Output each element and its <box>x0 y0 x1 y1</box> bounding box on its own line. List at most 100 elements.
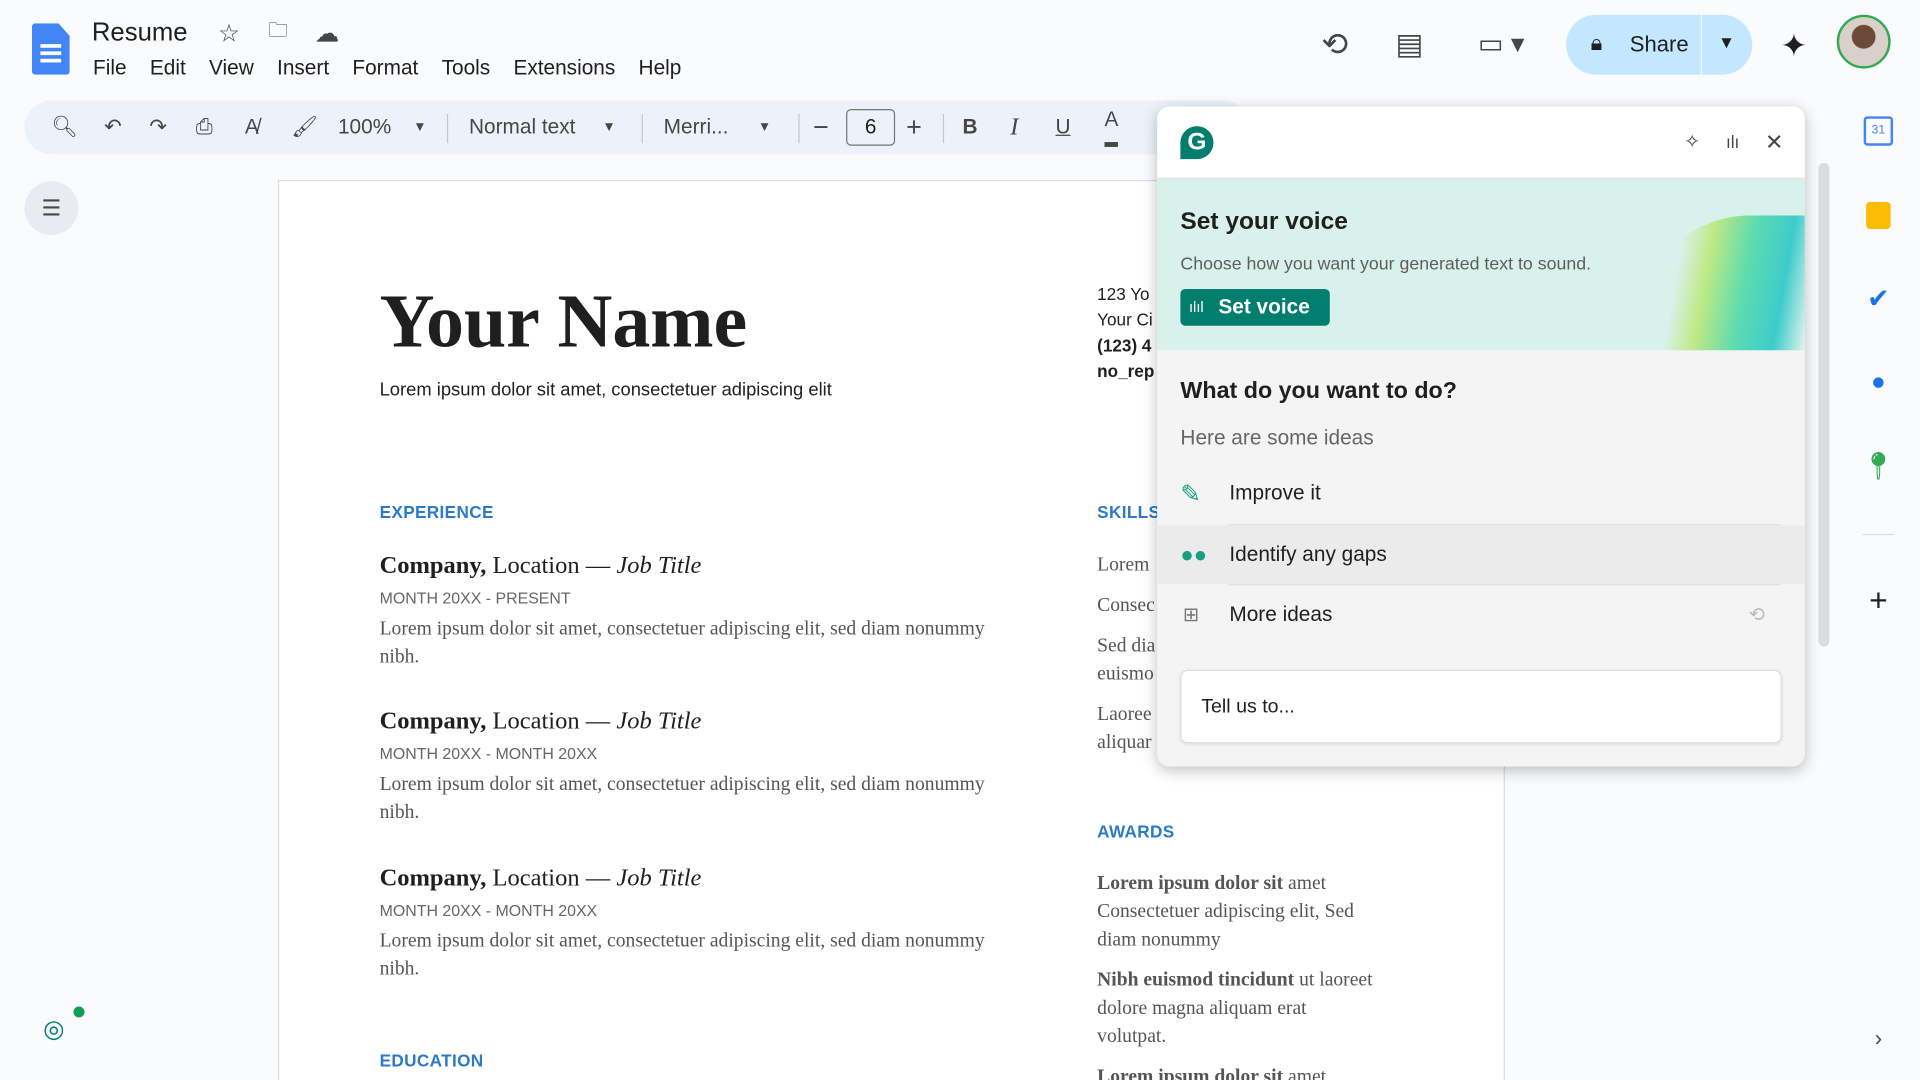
font-size-input[interactable]: 6 <box>846 108 896 146</box>
google-docs-window: Resume ☆ 🗀 ☁ File Edit View Insert Format Too… <box>0 0 1920 1080</box>
style-select[interactable]: Normal text ▼ <box>469 100 616 154</box>
job-title: Job Title <box>616 552 702 580</box>
share-label: Share <box>1629 31 1689 57</box>
prompt-input[interactable]: Tell us to... <box>1180 669 1782 744</box>
menu-file[interactable]: File <box>93 56 127 79</box>
search-menus-icon[interactable]: 🔍︎ <box>51 100 77 154</box>
keep-icon[interactable] <box>1860 197 1897 234</box>
award-text: amet <box>1283 1066 1327 1080</box>
fingerprint-icon[interactable]: ◎ <box>39 1014 68 1043</box>
job-location: Location — <box>486 552 617 580</box>
history-icon[interactable]: ⟲ <box>1749 602 1765 626</box>
print-icon[interactable]: ⎙ <box>196 100 213 154</box>
skill-item: Consec <box>1097 595 1155 616</box>
skill-item: Sed dia <box>1097 635 1156 657</box>
outline-icon[interactable]: ☰ <box>24 181 79 236</box>
bold-button[interactable]: B <box>962 100 977 154</box>
redo-icon[interactable]: ↷ <box>149 100 166 154</box>
prompt-placeholder: Tell us to... <box>1201 696 1295 718</box>
divider <box>798 113 800 144</box>
menu-view[interactable]: View <box>209 56 254 79</box>
menu-insert[interactable]: Insert <box>277 56 329 79</box>
grid-sparkle-icon: ⊞ <box>1182 604 1200 626</box>
award-item: Nibh euismod tincidunt ut laoreet dolore… <box>1097 966 1373 1050</box>
share-button[interactable]: 🔒︎ Share ▼ <box>1566 14 1753 75</box>
idea-label: Identify any gaps <box>1229 542 1387 566</box>
menu-tools[interactable]: Tools <box>442 56 491 79</box>
job-entry: Company, Location — Job Title MONTH 20XX… <box>380 864 992 983</box>
tasks-icon[interactable]: ✔ <box>1860 280 1897 317</box>
set-voice-button[interactable]: ılıl Set voice <box>1180 288 1330 326</box>
contacts-icon[interactable]: ● <box>1860 364 1897 401</box>
zoom-select[interactable]: 100% ▼ <box>338 100 427 154</box>
zoom-value: 100% <box>337 115 392 139</box>
award-title: Nibh euismod tincidunt <box>1097 969 1295 991</box>
job-entry: Company, Location — Job Title MONTH 20XX… <box>380 708 992 827</box>
menu-help[interactable]: Help <box>639 56 682 79</box>
underline-button[interactable]: U <box>1056 100 1071 154</box>
chevron-down-icon: ▼ <box>757 120 772 135</box>
job-entry: Company, Location — Job Title MONTH 20XX… <box>380 552 992 671</box>
chevron-down-icon: ▼ <box>602 120 616 135</box>
awards-list: Lorem ipsum dolor sit amet Consectetuer … <box>1097 869 1373 1080</box>
scrollbar[interactable] <box>1818 162 1830 647</box>
job-company: Company, <box>379 552 487 580</box>
contact-address: 123 Yo <box>1097 284 1150 304</box>
spellcheck-icon[interactable]: A̸ <box>245 100 259 154</box>
expand-panel-icon[interactable]: › <box>1860 1020 1897 1057</box>
award-title: Lorem ipsum dolor sit <box>1097 1066 1284 1080</box>
experience-heading: EXPERIENCE <box>379 502 494 522</box>
sparkle-icon[interactable]: ✧ <box>1679 129 1706 156</box>
voice-icon[interactable]: ılı <box>1719 129 1746 156</box>
job-dates: MONTH 20XX - PRESENT <box>379 588 571 608</box>
binoculars-icon: ●● <box>1180 541 1208 567</box>
calendar-icon[interactable]: 31 <box>1860 113 1897 150</box>
job-title: Job Title <box>616 864 702 892</box>
meet-icon[interactable]: ▭ ▾ <box>1467 24 1536 63</box>
pencil-sparkle-icon: ✎ <box>1180 480 1201 508</box>
comments-icon[interactable]: ▤ <box>1390 24 1429 63</box>
italic-button[interactable]: I <box>1010 100 1018 154</box>
add-addon-icon[interactable]: + <box>1860 581 1897 619</box>
divider <box>446 113 449 144</box>
gemini-icon[interactable]: ✦ <box>1776 26 1813 64</box>
document-title[interactable]: Resume <box>92 18 188 47</box>
job-description: Lorem ipsum dolor sit amet, consectetuer… <box>379 618 985 668</box>
idea-label: Improve it <box>1229 481 1321 505</box>
voice-title: Set your voice <box>1180 208 1348 236</box>
menu-bar: File Edit View Insert Format Tools Extensions H… <box>93 56 705 80</box>
menu-extensions[interactable]: Extensions <box>513 56 615 79</box>
idea-identify-gaps[interactable]: ●● Identify any gaps <box>1157 525 1805 585</box>
close-icon[interactable]: ✕ <box>1761 129 1788 156</box>
share-dropdown-icon[interactable]: ▼ <box>1718 32 1735 52</box>
award-title: Lorem ipsum dolor sit <box>1097 873 1284 894</box>
idea-label: More ideas <box>1229 602 1333 626</box>
version-history-icon[interactable]: ⟲ <box>1315 24 1354 63</box>
idea-improve-it[interactable]: ✎ Improve it <box>1157 464 1805 523</box>
paint-format-icon[interactable]: 🖌︎ <box>291 100 317 154</box>
idea-more-ideas[interactable]: ⊞ More ideas ⟲ <box>1157 585 1805 644</box>
style-value: Normal text <box>468 115 576 139</box>
increase-font-size-button[interactable]: + <box>906 100 922 154</box>
font-select[interactable]: Merri... ▼ <box>664 100 771 154</box>
star-icon[interactable]: ☆ <box>216 20 243 47</box>
docs-logo[interactable] <box>31 23 70 75</box>
text-color-button[interactable]: A <box>1104 98 1119 147</box>
font-value: Merri... <box>663 115 729 139</box>
cloud-saved-icon[interactable]: ☁ <box>312 20 341 47</box>
chevron-down-icon: ▼ <box>413 120 427 135</box>
voice-banner: Set your voice Choose how you want your … <box>1157 178 1805 351</box>
waveform-icon: ılıl <box>1188 298 1204 316</box>
decrease-font-size-button[interactable]: − <box>813 100 829 154</box>
divider <box>1862 533 1895 536</box>
avatar[interactable] <box>1836 14 1891 69</box>
menu-format[interactable]: Format <box>352 56 418 79</box>
question-heading: What do you want to do? <box>1180 378 1457 405</box>
menu-edit[interactable]: Edit <box>150 56 186 79</box>
undo-icon[interactable]: ↶ <box>104 100 121 154</box>
maps-icon[interactable]: 📍︎ <box>1860 448 1897 485</box>
divider <box>641 113 643 144</box>
move-folder-icon[interactable]: 🗀 <box>264 20 291 47</box>
grammarly-panel: G ✧ ılı ✕ Set your voice Choose how you … <box>1157 106 1805 767</box>
skill-item: Lorem <box>1097 554 1150 576</box>
